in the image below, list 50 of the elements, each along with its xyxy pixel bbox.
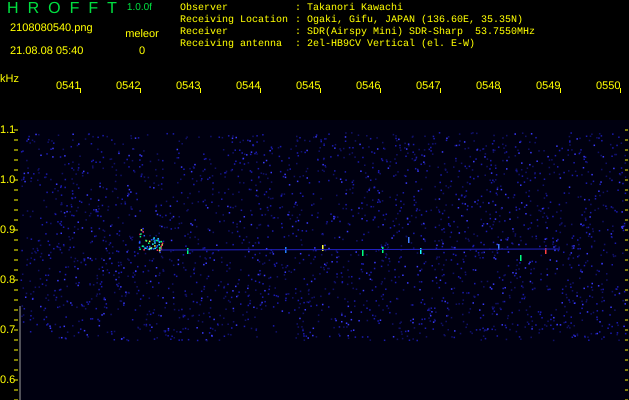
frequency-label: 0.9 [0,225,16,236]
title-letter: O [48,1,61,17]
detection-count: 0 [138,46,146,57]
file-name: 2108080540.png [10,23,94,34]
title-letter: F [70,1,80,17]
time-label: 0543 [176,81,200,92]
tick-mark [620,88,621,93]
tick-mark [80,88,81,93]
time-label: 0548 [476,81,500,92]
tick-mark [200,88,201,93]
tick-mark [140,88,141,93]
station-label: Receiving antenna [180,39,284,51]
time-label: 0549 [536,81,560,92]
separator: : [295,15,302,27]
station-value: SDR(Airspy Mini) SDR-Sharp 53.7550MHz [307,27,536,38]
separator: : [295,27,302,39]
station-value: 2el-HB9CV Vertical (el. E-W) [307,39,476,51]
time-label: 0541 [56,81,80,92]
station-value: Takanori Kawachi [307,3,404,14]
unit-label: kHz [0,74,19,85]
title-letter: H [7,1,19,17]
frequency-label: 0.6 [0,375,16,386]
separator: : [295,39,302,51]
title-letter: F [88,1,98,17]
tick-mark [440,88,441,93]
tick-mark [500,88,501,93]
time-label: 0545 [296,81,320,92]
title-letter: R [28,1,40,17]
tick-mark [320,88,321,93]
station-label: Observer [180,3,230,14]
title-letter: T [107,1,117,17]
tick-mark [380,88,381,93]
time-label: 0550 [596,81,620,92]
time-label: 0547 [416,81,440,92]
frequency-label: 1.0 [0,175,16,186]
timestamp: 21.08.08 05:40 [10,46,84,57]
station-label: Receiving Location [180,15,290,26]
detection-label: meleor [125,29,159,40]
frequency-label: 1.1 [0,125,16,136]
frequency-label: 0.7 [0,325,16,336]
time-label: 0544 [236,81,260,92]
time-label: 0542 [116,81,140,92]
version-label: 1.0.0f [126,3,152,13]
tick-mark [560,88,561,93]
frequency-label: 0.8 [0,275,16,286]
tick-mark [260,88,261,93]
time-label: 0546 [356,81,380,92]
station-value: Ogaki, Gifu, JAPAN (136.60E, 35.35N) [307,15,524,26]
separator: : [295,3,302,15]
station-label: Receiver [180,27,230,38]
